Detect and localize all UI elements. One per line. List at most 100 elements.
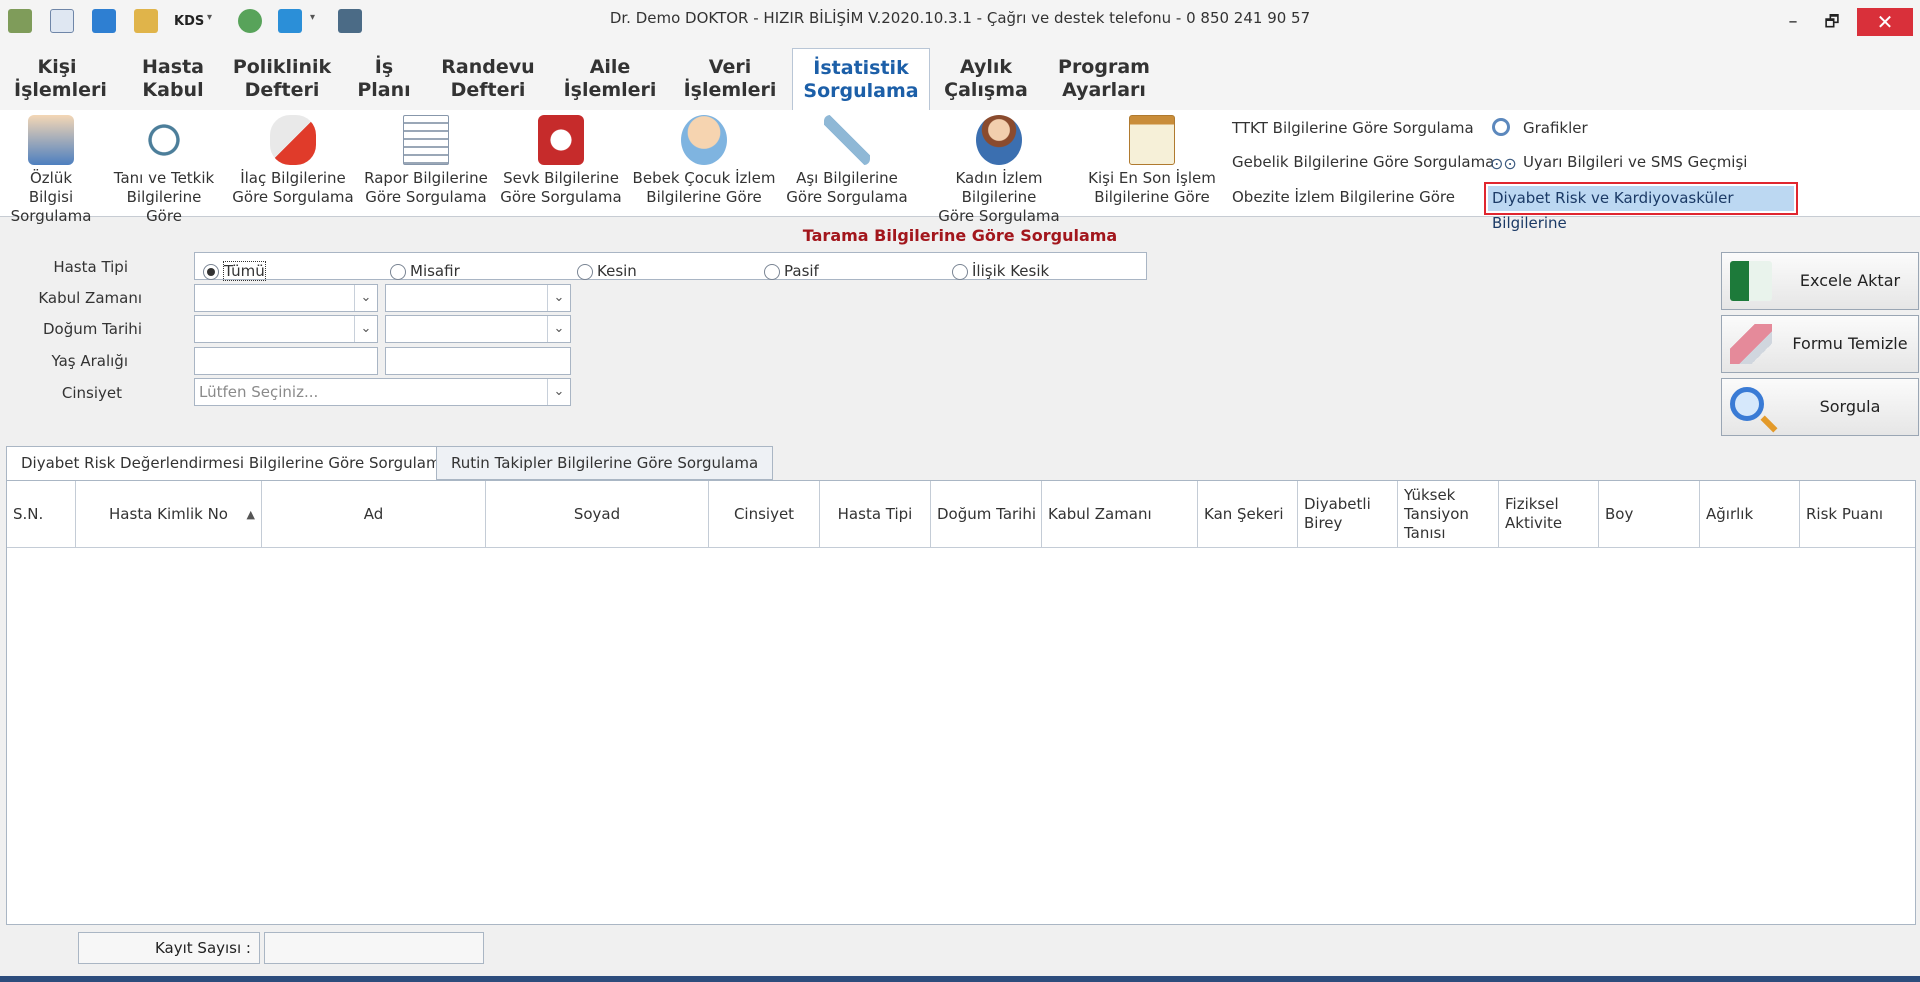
radio-misafir[interactable]: Misafir: [390, 262, 460, 282]
col-risk-puani[interactable]: Risk Puanı: [1800, 481, 1915, 547]
bottom-edge: [0, 976, 1920, 982]
diyabet-risk-link[interactable]: Diyabet Risk ve Kardiyovasküler Bilgiler…: [1484, 182, 1798, 232]
kabul-zamani-start-dropdown[interactable]: ⌄: [194, 284, 378, 312]
radio-kesin[interactable]: Kesin: [577, 262, 637, 282]
ribbon-label: Tanı ve Tetkik: [113, 169, 215, 187]
gebelik-link[interactable]: Gebelik Bilgilerine Göre Sorgulama: [1232, 153, 1494, 171]
ribbon-kisi-son-button[interactable]: Kişi En Son İşlem Bilgilerine Göre: [1088, 115, 1216, 207]
kabul-zamani-end-dropdown[interactable]: ⌄: [385, 284, 571, 312]
magnifier-icon: [1492, 118, 1510, 136]
radio-tumu[interactable]: Tümü: [203, 261, 266, 282]
ribbon-asi-button[interactable]: Aşı Bilgilerine Göre Sorgulama: [786, 115, 908, 207]
menu-tab-aile[interactable]: Aile İşlemleri: [562, 56, 658, 110]
ribbon-bebek-button[interactable]: Bebek Çocuk İzlem Bilgilerine Göre: [632, 115, 776, 207]
col-kabul-zamani[interactable]: Kabul Zamanı: [1042, 481, 1198, 547]
clear-form-label: Formu Temizle: [1792, 334, 1908, 353]
clear-form-button[interactable]: Formu Temizle: [1721, 315, 1919, 373]
chevron-down-icon[interactable]: ⌄: [547, 379, 570, 405]
menu-tab-randevu[interactable]: Randevu Defteri: [438, 56, 538, 110]
menu-tab-veri[interactable]: Veri İşlemleri: [682, 56, 778, 110]
obezite-link[interactable]: Obezite İzlem Bilgilerine Göre: [1232, 188, 1455, 206]
menu-tab-line: Hasta: [142, 56, 204, 78]
col-yuksek-tansiyon[interactable]: Yüksek Tansiyon Tanısı: [1398, 481, 1499, 547]
kabul-zamani-label: Kabul Zamanı: [38, 289, 142, 307]
chevron-down-icon[interactable]: ⌄: [354, 285, 377, 311]
ribbon-ozluk-button[interactable]: Özlük Bilgisi Sorgulama: [6, 115, 96, 226]
col-boy[interactable]: Boy: [1599, 481, 1700, 547]
ribbon-label: Bebek Çocuk İzlem: [632, 169, 776, 187]
ribbon-label: Sorgulama: [10, 207, 92, 225]
chevron-down-icon[interactable]: ⌄: [354, 316, 377, 342]
menu-tab-is-plani[interactable]: İş Planı: [352, 56, 416, 110]
query-button[interactable]: Sorgula: [1721, 378, 1919, 436]
ribbon-label: Sevk Bilgilerine: [503, 169, 619, 187]
col-sn[interactable]: S.N.: [7, 481, 76, 547]
chevron-down-icon[interactable]: ⌄: [547, 285, 570, 311]
menu-tab-line: Poliklinik: [232, 56, 332, 78]
minimize-button[interactable]: –: [1773, 8, 1813, 36]
menu-tab-kisi[interactable]: Kişi İşlemleri: [14, 56, 107, 110]
menu-tab-poliklinik[interactable]: Poliklinik Defteri: [232, 56, 332, 110]
col-dogum-tarihi[interactable]: Doğum Tarihi: [931, 481, 1042, 547]
hasta-tipi-label: Hasta Tipi: [53, 258, 128, 276]
radio-label: İlişik Kesik: [972, 262, 1050, 280]
ribbon-sevk-button[interactable]: Sevk Bilgilerine Göre Sorgulama: [500, 115, 622, 207]
yas-max-input[interactable]: [385, 347, 571, 375]
excel-export-button[interactable]: Excele Aktar: [1721, 252, 1919, 310]
radio-label: Pasif: [784, 262, 819, 280]
col-hasta-tipi[interactable]: Hasta Tipi: [820, 481, 931, 547]
uyari-link[interactable]: Uyarı Bilgileri ve SMS Geçmişi: [1523, 153, 1747, 171]
menu-tab-line: İşlemleri: [683, 79, 777, 101]
col-soyad[interactable]: Soyad: [486, 481, 709, 547]
window-title: Dr. Demo DOKTOR - HIZIR BİLİŞİM V.2020.1…: [609, 9, 1311, 27]
cinsiyet-dropdown[interactable]: Lütfen Seçiniz... ⌄: [194, 378, 571, 406]
binoculars-icon: ⊙⊙: [1490, 154, 1517, 173]
menu-tab-aylik[interactable]: Aylık Çalışma: [938, 56, 1034, 110]
ribbon-label: Bilgilerine Göre: [646, 188, 762, 206]
menu-tab-line: Kişi: [37, 56, 77, 78]
col-cinsiyet[interactable]: Cinsiyet: [709, 481, 820, 547]
dogum-tarihi-label: Doğum Tarihi: [42, 320, 142, 338]
diyabet-risk-label: Diyabet Risk ve Kardiyovasküler Bilgiler…: [1488, 186, 1794, 232]
eraser-icon: [1730, 324, 1772, 364]
grafikler-link[interactable]: Grafikler: [1523, 119, 1588, 137]
ambulance-icon: [538, 115, 584, 165]
dogum-tarihi-start-dropdown[interactable]: ⌄: [194, 315, 378, 343]
close-button[interactable]: ✕: [1857, 8, 1913, 36]
radio-label: Misafir: [410, 262, 460, 280]
col-diyabetli-birey[interactable]: Diyabetli Birey: [1298, 481, 1398, 547]
col-ad[interactable]: Ad: [262, 481, 486, 547]
ribbon-kadin-button[interactable]: Kadın İzlem Bilgilerine Göre Sorgulama: [920, 115, 1078, 226]
col-agirlik[interactable]: Ağırlık: [1700, 481, 1800, 547]
menu-tab-line: Defteri: [244, 79, 320, 101]
radio-ilisik-kesik[interactable]: İlişik Kesik: [952, 262, 1049, 282]
menu-tab-line: Aile: [589, 56, 631, 78]
search-icon-handle: [1760, 415, 1778, 433]
col-kan-sekeri[interactable]: Kan Şekeri: [1198, 481, 1298, 547]
ribbon-label: Göre Sorgulama: [365, 188, 487, 206]
dogum-tarihi-end-dropdown[interactable]: ⌄: [385, 315, 571, 343]
tab-diyabet-risk[interactable]: Diyabet Risk Değerlendirmesi Bilgilerine…: [6, 446, 465, 481]
yas-min-input[interactable]: [194, 347, 378, 375]
ribbon-rapor-button[interactable]: Rapor Bilgilerine Göre Sorgulama: [364, 115, 488, 207]
excel-icon: [1730, 261, 1772, 301]
col-label: Diyabetli Birey: [1304, 495, 1371, 532]
menu-tab-istatistik[interactable]: İstatistik Sorgulama: [792, 48, 930, 110]
person-doc-icon: [28, 115, 74, 165]
menu-tab-hasta-kabul[interactable]: Hasta Kabul: [130, 56, 216, 110]
kayit-sayisi-label: Kayıt Sayısı :: [78, 932, 260, 964]
ribbon-tani-button[interactable]: Tanı ve Tetkik Bilgilerine Göre: [108, 115, 220, 226]
baby-icon: [681, 115, 727, 165]
tab-rutin-takipler[interactable]: Rutin Takipler Bilgilerine Göre Sorgulam…: [436, 446, 774, 480]
restore-button[interactable]: 🗗: [1812, 8, 1852, 36]
col-fiziksel-aktivite[interactable]: Fiziksel Aktivite: [1499, 481, 1599, 547]
ribbon-ilac-button[interactable]: İlaç Bilgilerine Göre Sorgulama: [232, 115, 354, 207]
col-label: Yüksek Tansiyon Tanısı: [1404, 485, 1469, 542]
menu-tab-program[interactable]: Program Ayarları: [1052, 56, 1156, 110]
ttkt-link[interactable]: TTKT Bilgilerine Göre Sorgulama: [1232, 119, 1474, 137]
chevron-down-icon[interactable]: ⌄: [547, 316, 570, 342]
menu-tab-line: Defteri: [450, 79, 526, 101]
menu-tab-line: İş: [374, 56, 394, 78]
col-hasta-kimlik-no[interactable]: Hasta Kimlik No ▲: [76, 481, 262, 547]
radio-pasif[interactable]: Pasif: [764, 262, 819, 282]
